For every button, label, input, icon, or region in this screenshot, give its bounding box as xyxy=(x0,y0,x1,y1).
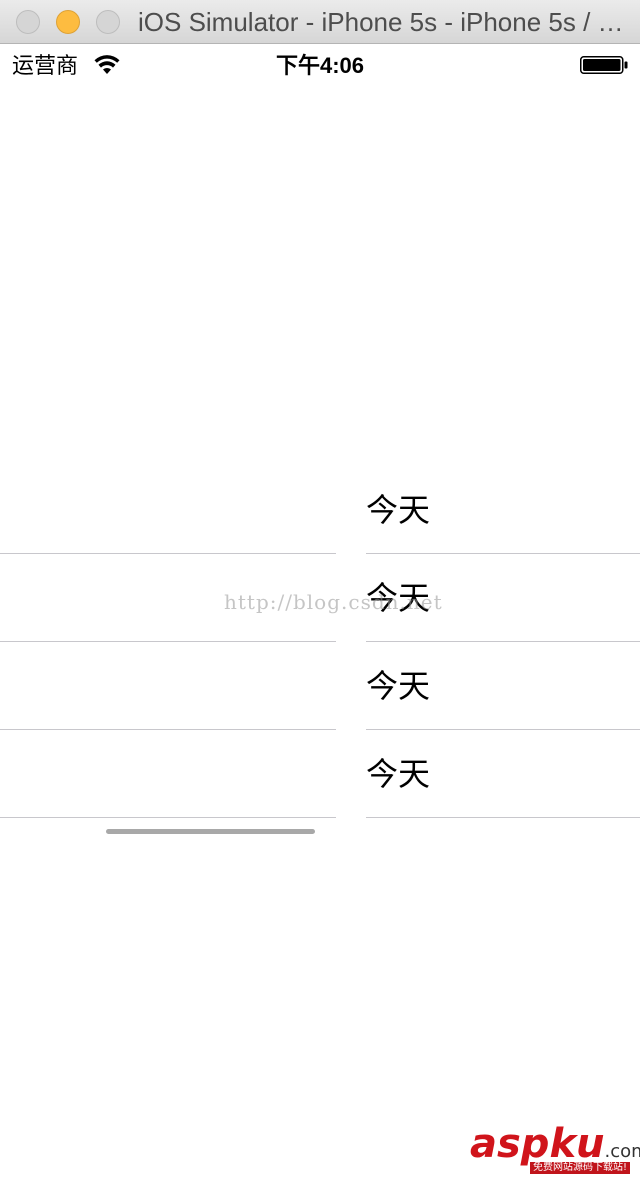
ios-status-bar: 运营商 下午4:06 xyxy=(0,44,640,88)
minimize-window-button[interactable] xyxy=(56,10,80,34)
logo-com: .com xyxy=(604,1141,640,1162)
logo-asp: asp xyxy=(470,1121,550,1167)
simulator-window: iOS Simulator - iPhone 5s - iPhone 5s / … xyxy=(0,0,640,1180)
picker-right-row[interactable]: 今天 xyxy=(366,730,640,818)
picker-left-row[interactable] xyxy=(0,466,336,554)
logo-ku: ku xyxy=(549,1121,605,1167)
picker-right-row[interactable]: 今天 xyxy=(366,466,640,554)
picker-row-label: 今天 xyxy=(366,755,431,793)
status-time: 下午4:06 xyxy=(275,53,365,78)
date-picker[interactable]: 今天 今天 今天 今天 xyxy=(0,466,640,818)
battery-icon xyxy=(580,56,628,74)
zoom-window-button[interactable] xyxy=(96,10,120,34)
picker-left-row[interactable] xyxy=(0,730,336,818)
window-titlebar[interactable]: iOS Simulator - iPhone 5s - iPhone 5s / … xyxy=(0,0,640,44)
close-window-button[interactable] xyxy=(16,10,40,34)
picker-left-row[interactable] xyxy=(0,642,336,730)
picker-row-label: 今天 xyxy=(366,667,431,705)
scroll-indicator xyxy=(106,829,315,834)
window-title: iOS Simulator - iPhone 5s - iPhone 5s / … xyxy=(138,7,628,37)
picker-row-label: 今天 xyxy=(366,491,431,529)
watermark-url: http://blog.csdn.net xyxy=(224,590,443,614)
logo-tagline: 免费网站源码下载站! xyxy=(530,1162,631,1174)
picker-right-row[interactable]: 今天 xyxy=(366,642,640,730)
site-logo-watermark: aspku.com 免费网站源码下载站! xyxy=(470,1121,640,1178)
